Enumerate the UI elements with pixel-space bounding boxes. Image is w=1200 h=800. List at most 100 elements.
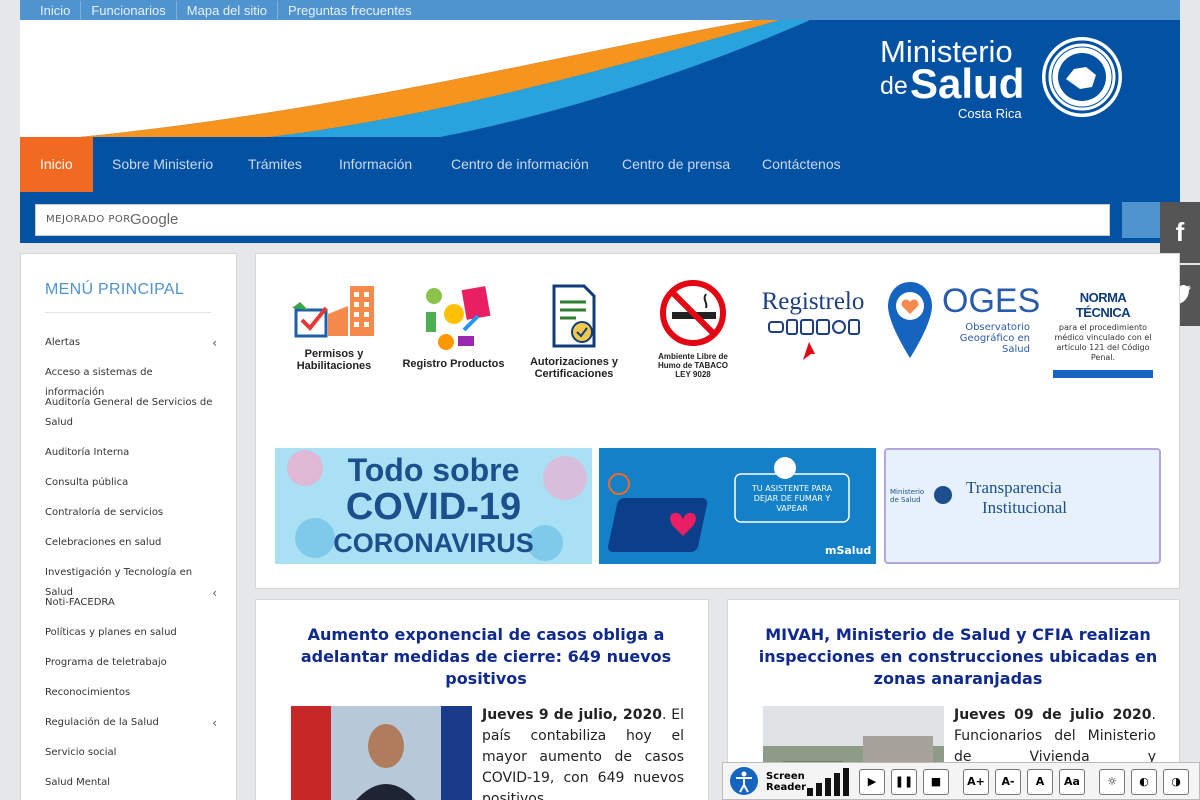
top-link-faq[interactable]: Preguntas frecuentes [278,1,422,21]
nav-centro-prensa[interactable]: Centro de prensa [622,137,730,192]
sidebar-item-label: Noti-FACEDRA [45,597,115,608]
norma-text: para el procedimiento médico vinculado c… [1054,323,1152,362]
tabaco-law-caption: LEY 9028 [675,370,711,379]
registro-productos-link[interactable]: Registro Productos [401,284,506,370]
covid-banner-line3: CORONAVIRUS [333,528,534,558]
chevron-left-icon[interactable]: ‹ [212,713,217,733]
news-title[interactable]: Aumento exponencial de casos obliga a ad… [286,624,686,690]
no-smoking-icon [660,280,726,346]
volume-level-icon[interactable] [807,768,851,796]
quit-smoking-banner[interactable]: TU ASISTENTE PARA DEJAR DE FUMAR Y VAPEA… [599,448,876,564]
screen-reader-label-1: Screen [766,771,805,782]
top-link-funcionarios[interactable]: Funcionarios [81,1,177,21]
nav-inicio[interactable]: Inicio [20,137,93,192]
search-button[interactable] [1122,202,1162,238]
site-header: Ministerio de Salud Costa Rica [20,20,1180,137]
sidebar-title: MENÚ PRINCIPAL [45,281,185,298]
sidebar-item-servicio-social[interactable]: Servicio social [45,743,215,763]
permisos-link[interactable]: Permisos y Habilitaciones [280,284,388,372]
autorizaciones-caption: Autorizaciones y Certificaciones [529,356,619,380]
sidebar-item-contraloria[interactable]: Contraloría de servicios [45,503,215,523]
sidebar-item-celebraciones[interactable]: Celebraciones en salud [45,533,215,553]
logo-de: de [880,72,908,100]
permisos-caption: Permisos y Habilitaciones [296,348,372,372]
nav-centro-informacion[interactable]: Centro de información [451,137,589,192]
nav-sobre-ministerio[interactable]: Sobre Ministerio [112,137,213,192]
font-reset-icon[interactable]: A [1027,769,1053,795]
sidebar-item-reconocimientos[interactable]: Reconocimientos [45,683,215,703]
sidebar-item-teletrabajo[interactable]: Programa de teletrabajo [45,653,215,673]
transparencia-line1: Transparencia [966,478,1062,497]
news-photo [291,706,472,800]
top-utility-bar: Inicio Funcionarios Mapa del sitio Pregunta… [20,0,1180,21]
logo-salud: Salud [910,60,1025,107]
sidebar-divider [45,312,211,313]
registrelo-wordmark: Registrelo [761,288,865,315]
google-brand: Google [130,211,179,228]
accessibility-icon[interactable] [729,766,759,796]
sidebar-item-consulta-publica[interactable]: Consulta pública [45,473,215,493]
accessibility-toolbar: Screen Reader ▶ ❚❚ ■ A+ A- A Aa ☼ ◐ ◑ [722,762,1200,800]
screen-reader-label-2: Reader [766,782,807,793]
main-nav: Inicio Sobre Ministerio Trámites Informa… [20,137,1180,192]
nav-contactenos[interactable]: Contáctenos [762,137,841,192]
contrast-increase-icon[interactable]: ☼ [1099,769,1125,795]
map-pin-icon [888,282,932,358]
pause-icon[interactable]: ❚❚ [891,769,917,795]
search-bar: MEJORADO POR Google [20,192,1180,243]
registro-productos-caption: Registro Productos [402,358,505,370]
registrelo-link[interactable]: Registrelo [759,288,867,370]
top-link-mapa[interactable]: Mapa del sitio [177,1,279,21]
sidebar-item-label: Alertas [45,337,81,348]
font-spacing-icon[interactable]: Aa [1059,769,1085,795]
quit-smoking-text: TU ASISTENTE PARA DEJAR DE FUMAR Y VAPEA… [751,484,833,513]
sidebar-item-regulacion[interactable]: Regulación de la Salud ‹ [45,713,217,733]
covid-banner[interactable]: Todo sobre COVID-19 CORONAVIRUS [275,448,592,564]
sidebar-item-noti-facedra[interactable]: Noti-FACEDRA ‹ [45,586,217,613]
contrast-toggle-icon[interactable]: ◐ [1131,769,1157,795]
covid-banner-line1: Todo sobre [347,452,520,488]
sidebar-item-salud-mental[interactable]: Salud Mental [45,773,215,793]
news-title[interactable]: MIVAH, Ministerio de Salud y CFIA realiz… [758,624,1158,690]
oges-link[interactable]: OGES Observatorio Geográfico en Salud [886,280,1040,364]
norma-title: NORMA TÉCNICA [1075,290,1131,320]
news-summary: Jueves 9 de julio, 2020. El país contabi… [482,705,684,800]
search-powered-by: MEJORADO POR [46,214,131,225]
news-card[interactable]: Aumento exponencial de casos obliga a ad… [255,599,709,800]
search-input[interactable]: MEJORADO POR Google [35,204,1110,236]
ministry-seal-icon [1042,37,1122,117]
msalud-brand: mSalud [825,544,872,557]
nav-informacion[interactable]: Información [339,137,412,192]
transparencia-banner[interactable]: Ministerio de Salud Transparencia Instit… [884,448,1161,564]
font-size-decrease-icon[interactable]: A- [995,769,1021,795]
font-size-increase-icon[interactable]: A+ [963,769,989,795]
logo-country: Costa Rica [958,106,1022,121]
libre-humo-tabaco-link[interactable]: Ambiente Libre de Humo de TABACO LEY 902… [648,278,738,379]
transparencia-seal-icon [934,486,952,504]
autorizaciones-link[interactable]: Autorizaciones y Certificaciones [524,282,624,380]
screen-reader-label[interactable]: Screen Reader [766,771,806,793]
play-icon[interactable]: ▶ [859,769,885,795]
registro-productos-icon [425,286,490,350]
news-date: Jueves 9 de julio, 2020 [482,707,663,723]
chevron-left-icon[interactable]: ‹ [212,333,217,353]
norma-stripe [1053,370,1153,378]
oges-wordmark: OGES [942,282,1041,320]
norma-tecnica-link[interactable]: NORMA TÉCNICA para el procedimiento médi… [1053,290,1153,378]
certificate-icon [552,284,596,348]
top-link-inicio[interactable]: Inicio [20,1,82,21]
news-date: Jueves 09 de julio 2020 [954,707,1152,723]
chevron-left-icon[interactable]: ‹ [212,583,217,603]
sidebar-item-politicas[interactable]: Políticas y planes en salud [45,623,215,643]
stop-icon[interactable]: ■ [923,769,949,795]
sidebar-item-alertas[interactable]: Alertas ‹ [45,333,217,353]
sidebar-item-label: Regulación de la Salud [45,717,159,728]
nav-tramites[interactable]: Trámites [248,137,302,192]
contrast-decrease-icon[interactable]: ◑ [1163,769,1189,795]
sidebar-item-auditoria-general[interactable]: Auditoría General de Servicios de Salud [45,393,215,433]
registrelo-products-icon [768,319,860,360]
transparencia-line2: Institucional [982,498,1067,517]
transparencia-ministry-logo: Ministerio de Salud [890,488,925,504]
sidebar-item-auditoria-interna[interactable]: Auditoría Interna [45,443,215,463]
quick-access-panel: Permisos y Habilitaciones Registro Produ… [255,253,1180,589]
